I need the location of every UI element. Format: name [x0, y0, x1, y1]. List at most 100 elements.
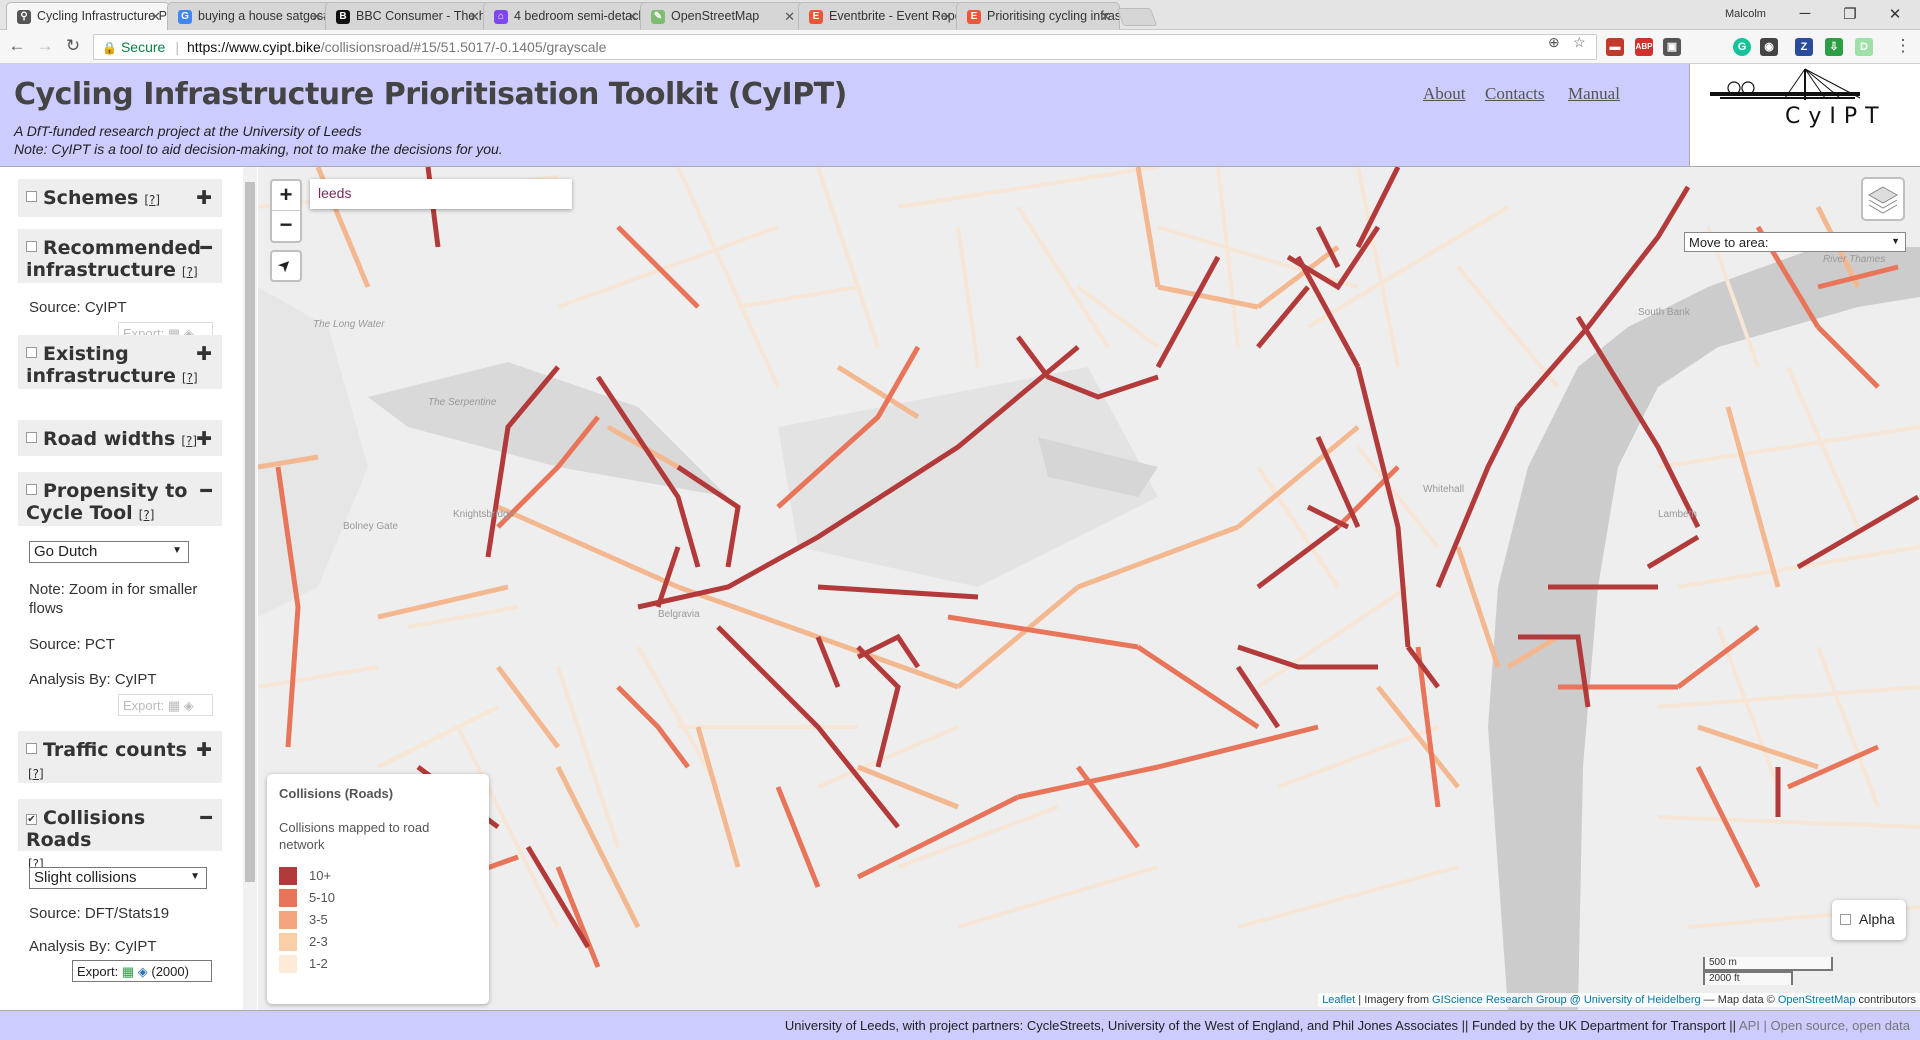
browser-tab[interactable]: G buying a house satges# ✕	[167, 2, 331, 30]
panel-recommended-infrastructure[interactable]: Recommended infrastructure [?] ━	[18, 229, 222, 283]
back-icon[interactable]: ←	[6, 36, 28, 56]
collisions-severity-select[interactable]: Slight collisions ▼	[29, 867, 207, 889]
adblock-icon[interactable]: ABP	[1635, 38, 1653, 56]
close-tab-icon[interactable]: ✕	[784, 9, 795, 25]
restore-icon[interactable]: ❐	[1835, 5, 1865, 23]
extension-icon[interactable]: ▬	[1606, 38, 1624, 56]
legend-label: 1-2	[309, 956, 328, 971]
browser-tab[interactable]: E Prioritising cycling infras ✕	[956, 2, 1120, 30]
address-bar[interactable]: 🔒 Secure | https://www.cyipt.bike/collision…	[93, 34, 1597, 60]
close-tab-icon[interactable]: ✕	[942, 9, 953, 25]
help-link[interactable]: [?]	[139, 508, 155, 522]
help-link[interactable]: [?]	[182, 371, 198, 385]
leaflet-link[interactable]: Leaflet	[1322, 994, 1355, 1006]
panel-propensity-to-cycle[interactable]: Propensity to Cycle Tool [?] ━	[18, 472, 222, 526]
minor-roads	[258, 167, 1920, 929]
collapse-icon[interactable]: ━	[201, 807, 212, 829]
panel-existing-infrastructure[interactable]: Existing infrastructure [?] ✚	[18, 335, 222, 389]
legend-label: 5-10	[309, 890, 336, 905]
browser-tab[interactable]: ⌂ 4 bedroom semi-detache ✕	[483, 2, 647, 30]
layers-switcher-button[interactable]	[1861, 177, 1905, 221]
about-link[interactable]: About	[1423, 84, 1466, 104]
schemes-checkbox[interactable]	[26, 191, 37, 202]
help-link[interactable]: [?]	[181, 434, 197, 448]
collapse-icon[interactable]: ━	[201, 480, 212, 502]
traffic-checkbox[interactable]	[26, 743, 37, 754]
map-view[interactable]: The Long Water The Serpentine Bolney Gat…	[258, 167, 1920, 1010]
sidebar-scrollbar-thumb[interactable]	[245, 182, 255, 882]
help-link[interactable]: [?]	[144, 193, 160, 207]
zoom-out-button[interactable]: −	[272, 211, 300, 241]
expand-icon[interactable]: ✚	[196, 739, 212, 761]
road-widths-checkbox[interactable]	[26, 432, 37, 443]
panel-label-line2: Cycle Tool	[26, 502, 133, 524]
close-tab-icon[interactable]: ✕	[469, 9, 480, 25]
csv-icon[interactable]: ▦	[168, 698, 180, 713]
expand-icon[interactable]: ✚	[196, 187, 212, 209]
reload-icon[interactable]: ↻	[62, 36, 84, 56]
help-link[interactable]: [?]	[28, 767, 44, 781]
alpha-toggle[interactable]: Alpha	[1832, 900, 1906, 940]
cyipt-logo[interactable]: CyIPT	[1689, 64, 1920, 167]
browser-tab[interactable]: ⚲ Cycling Infrastructure Pri ✕	[6, 2, 170, 30]
browser-tab[interactable]: E Eventbrite - Event Repor ✕	[798, 2, 962, 30]
browser-tab[interactable]: B BBC Consumer - The hon ✕	[325, 2, 489, 30]
geojson-icon[interactable]: ◈	[184, 698, 194, 713]
panel-road-widths[interactable]: Road widths [?] ✚	[18, 420, 222, 456]
legend-swatch	[279, 955, 297, 973]
panel-schemes[interactable]: Schemes [?] ✚	[18, 179, 222, 217]
close-tab-icon[interactable]: ✕	[1100, 9, 1111, 25]
menu-icon[interactable]: ⋮	[1892, 36, 1914, 56]
extension-icon[interactable]: ▣	[1663, 38, 1681, 56]
csv-icon[interactable]: ▦	[122, 964, 134, 979]
zotero-icon[interactable]: Z	[1795, 38, 1813, 56]
grammarly-icon[interactable]: G	[1733, 38, 1751, 56]
forward-icon[interactable]: →	[34, 36, 56, 56]
export-count: (2000)	[151, 964, 189, 979]
alpha-checkbox[interactable]	[1840, 914, 1851, 925]
collisions-checkbox[interactable]: ✔	[26, 814, 37, 825]
pct-scenario-select[interactable]: Go Dutch ▼	[29, 541, 189, 563]
browser-tab[interactable]: ✎ OpenStreetMap ✕	[640, 2, 804, 30]
close-window-icon[interactable]: ✕	[1880, 5, 1910, 23]
help-link[interactable]: [?]	[182, 265, 198, 279]
extension-icon[interactable]: ◉	[1760, 38, 1778, 56]
pct-export[interactable]: Export: ▦ ◈	[118, 694, 213, 716]
map-place-label: Whitehall	[1423, 484, 1464, 495]
close-tab-icon[interactable]: ✕	[627, 9, 638, 25]
locate-button[interactable]: ➤	[270, 250, 302, 282]
collapse-icon[interactable]: ━	[201, 237, 212, 259]
location-search-input[interactable]: leeds	[310, 179, 572, 209]
panel-collisions-roads[interactable]: ✔ Collisions Roads [?] ━	[18, 799, 222, 871]
extension-icon[interactable]: D	[1855, 38, 1873, 56]
panel-traffic-counts[interactable]: Traffic counts [?] ✚	[18, 731, 222, 783]
recommended-checkbox[interactable]	[26, 241, 37, 252]
new-tab-button[interactable]	[1116, 8, 1158, 26]
existing-checkbox[interactable]	[26, 347, 37, 358]
manual-link[interactable]: Manual	[1568, 84, 1620, 104]
contacts-link[interactable]: Contacts	[1485, 84, 1545, 104]
zoom-in-button[interactable]: +	[272, 181, 300, 211]
expand-icon[interactable]: ✚	[196, 428, 212, 450]
bookmark-star-icon[interactable]: ☆	[1573, 34, 1586, 51]
collisions-export[interactable]: Export: ▦ ◈ (2000)	[72, 960, 212, 982]
close-tab-icon[interactable]: ✕	[150, 9, 161, 25]
move-to-area-select[interactable]: Move to area: ▼	[1684, 232, 1906, 252]
location-icon[interactable]: ⊕	[1548, 34, 1560, 51]
geojson-icon[interactable]: ◈	[138, 964, 148, 979]
expand-icon[interactable]: ✚	[196, 343, 212, 365]
legend-item: 10+	[279, 867, 477, 889]
api-link[interactable]: API	[1739, 1018, 1760, 1033]
download-icon[interactable]: ⇩	[1825, 38, 1843, 56]
pct-checkbox[interactable]	[26, 484, 37, 495]
profile-name[interactable]: Malcolm	[1725, 8, 1766, 20]
map-canvas[interactable]: The Long Water The Serpentine Bolney Gat…	[258, 167, 1920, 1010]
legend-item: 3-5	[279, 911, 477, 933]
minimize-icon[interactable]: ─	[1790, 5, 1820, 22]
recommended-source: Source: CyIPT	[29, 299, 127, 316]
pct-source: Source: PCT	[29, 636, 115, 653]
close-tab-icon[interactable]: ✕	[311, 9, 322, 25]
open-source-link[interactable]: Open source, open data	[1771, 1018, 1911, 1033]
osm-link[interactable]: OpenStreetMap	[1778, 994, 1856, 1006]
giscience-link[interactable]: GIScience Research Group @ University of…	[1432, 994, 1701, 1006]
